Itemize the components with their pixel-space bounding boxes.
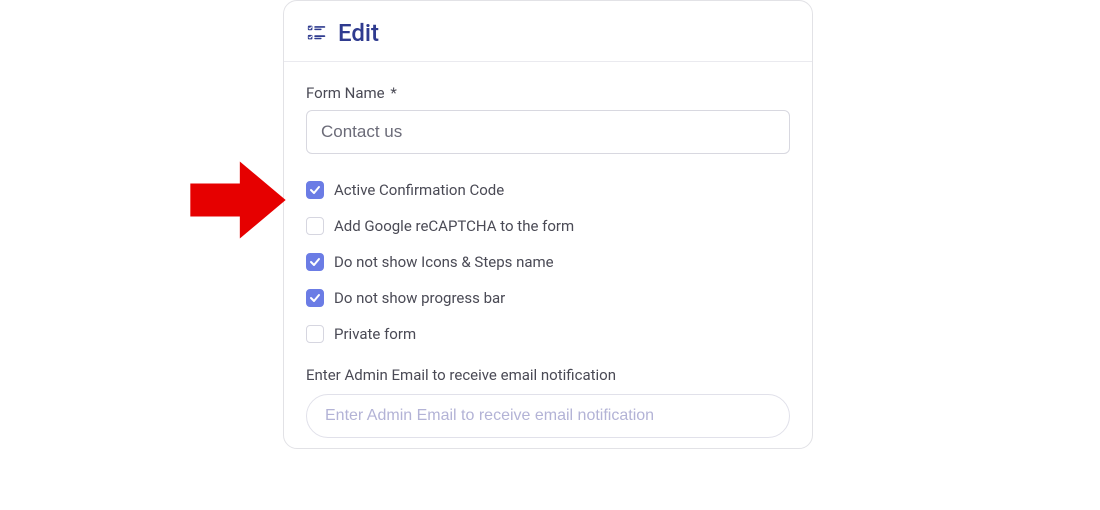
checkbox-recaptcha[interactable] <box>306 217 324 235</box>
checkbox-row-active-confirmation: Active Confirmation Code <box>306 172 790 208</box>
checkbox-row-private-form: Private form <box>306 316 790 352</box>
form-name-label-text: Form Name <box>306 84 385 102</box>
arrow-annotation-icon <box>183 145 293 255</box>
checkbox-hide-icons-steps[interactable] <box>306 253 324 271</box>
card-body: Form Name * Active Confirmation Code Add… <box>284 62 812 448</box>
checkbox-hide-progress[interactable] <box>306 289 324 307</box>
checkbox-label: Add Google reCAPTCHA to the form <box>334 217 574 235</box>
form-name-label: Form Name * <box>306 84 790 102</box>
checklist-icon <box>306 22 328 44</box>
checkbox-private-form[interactable] <box>306 325 324 343</box>
required-mark: * <box>390 84 396 102</box>
checkbox-list: Active Confirmation Code Add Google reCA… <box>306 172 790 352</box>
checkbox-label: Do not show progress bar <box>334 289 505 307</box>
checkbox-row-recaptcha: Add Google reCAPTCHA to the form <box>306 208 790 244</box>
checkbox-row-hide-progress: Do not show progress bar <box>306 280 790 316</box>
checkbox-label: Do not show Icons & Steps name <box>334 253 554 271</box>
checkbox-label: Active Confirmation Code <box>334 181 504 199</box>
checkbox-label: Private form <box>334 325 416 343</box>
admin-email-label: Enter Admin Email to receive email notif… <box>306 366 790 384</box>
admin-email-input[interactable] <box>306 394 790 438</box>
form-name-input[interactable] <box>306 110 790 154</box>
card-title: Edit <box>338 19 379 47</box>
checkbox-active-confirmation[interactable] <box>306 181 324 199</box>
card-header: Edit <box>284 1 812 62</box>
edit-form-card: Edit Form Name * Active Confirmation Cod… <box>283 0 813 449</box>
checkbox-row-hide-icons-steps: Do not show Icons & Steps name <box>306 244 790 280</box>
